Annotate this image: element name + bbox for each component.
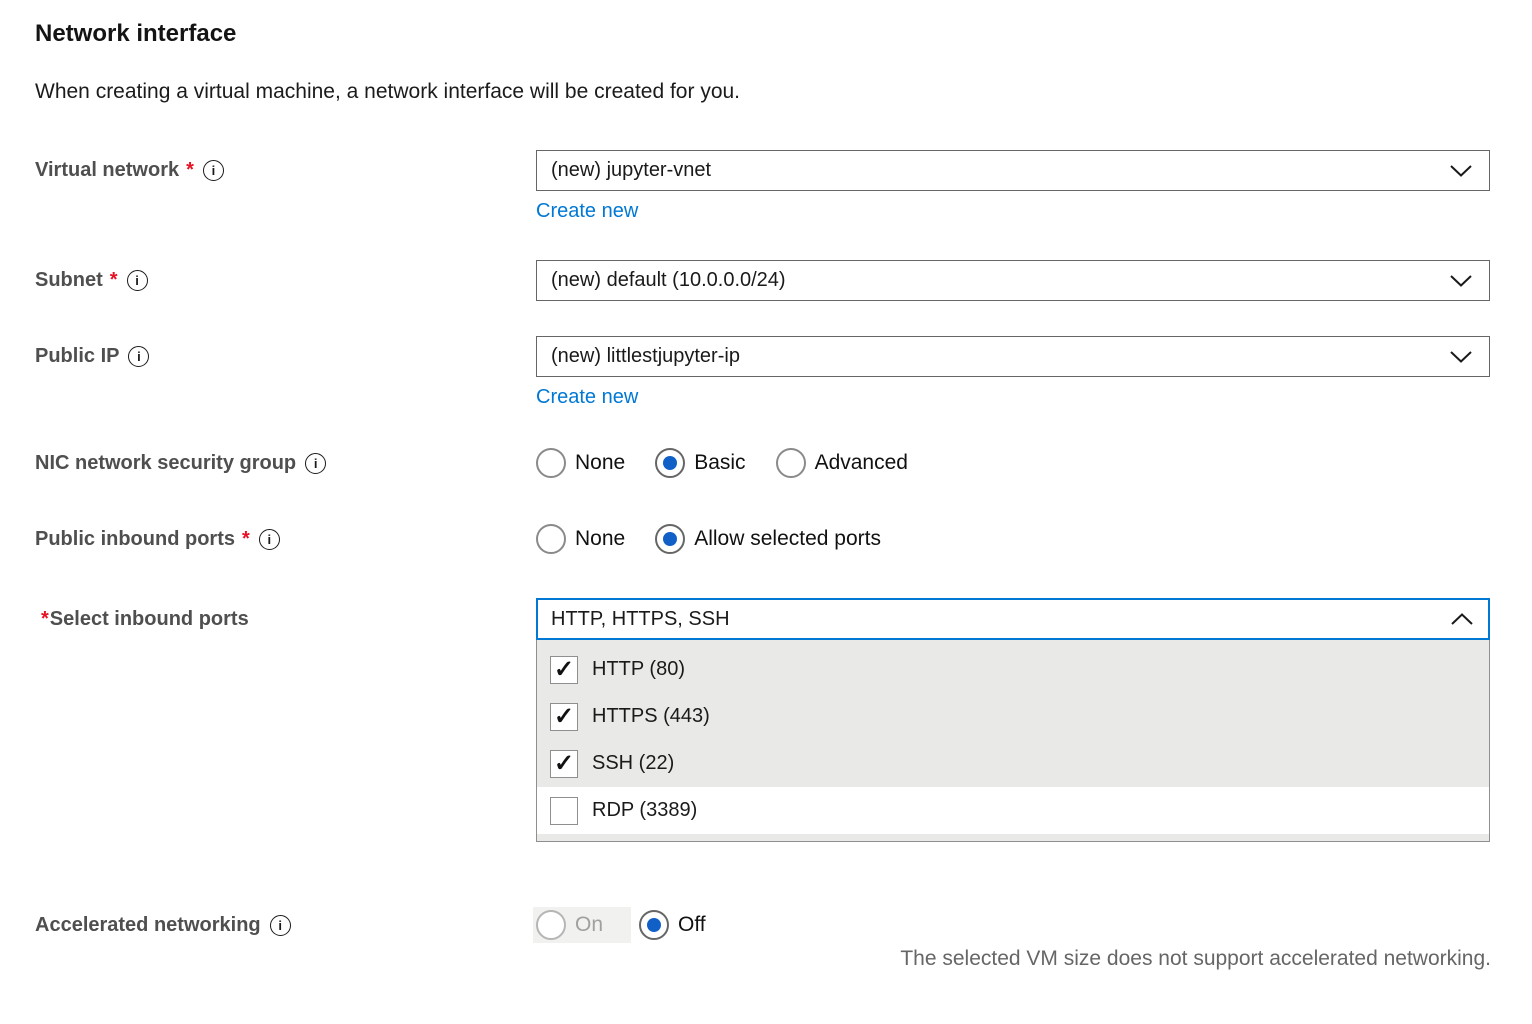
radio-button[interactable] [655,448,685,478]
radio-option-label: Allow selected ports [694,527,881,551]
public-inbound-ports-label-text: Public inbound ports [35,528,235,551]
accelerated-networking-radio-group: On Off [536,907,706,943]
select-inbound-ports-label: * Select inbound ports [41,598,249,640]
required-asterisk: * [242,528,250,551]
inbound-ports-option-list: HTTP (80) HTTPS (443) SSH (22) RDP (3389… [536,640,1490,842]
page-title: Network interface [35,20,236,48]
info-icon[interactable] [128,346,149,367]
page-subtitle: When creating a virtual machine, a netwo… [35,80,740,104]
select-inbound-ports-value: HTTP, HTTPS, SSH [551,608,730,631]
nic-nsg-label-text: NIC network security group [35,452,296,475]
chevron-up-icon [1451,613,1473,625]
port-option-label: SSH (22) [592,752,674,775]
accelerated-networking-label-text: Accelerated networking [35,914,261,937]
accelerated-networking-note: The selected VM size does not support ac… [900,947,1491,971]
virtual-network-label-text: Virtual network [35,159,179,182]
radio-button[interactable] [536,448,566,478]
nic-nsg-option-advanced[interactable]: Advanced [776,448,908,478]
select-inbound-ports-combobox[interactable]: HTTP, HTTPS, SSH [536,598,1490,640]
port-option-https[interactable]: HTTPS (443) [537,693,1489,740]
chevron-down-icon [1450,165,1472,177]
subnet-label: Subnet * [35,260,148,301]
chevron-down-icon [1450,275,1472,287]
public-inbound-ports-label: Public inbound ports * [35,519,280,559]
virtual-network-create-new-link[interactable]: Create new [536,200,638,223]
subnet-dropdown[interactable]: (new) default (10.0.0.0/24) [536,260,1490,301]
nic-nsg-option-none[interactable]: None [536,448,625,478]
subnet-value: (new) default (10.0.0.0/24) [551,269,786,292]
virtual-network-label: Virtual network * [35,150,224,191]
network-interface-form: Network interface When creating a virtua… [0,0,1532,1024]
port-option-ssh[interactable]: SSH (22) [537,740,1489,787]
info-icon[interactable] [305,453,326,474]
public-inbound-ports-radio-group: None Allow selected ports [536,524,881,554]
radio-button[interactable] [639,910,669,940]
port-option-rdp[interactable]: RDP (3389) [537,787,1489,834]
port-option-label: RDP (3389) [592,799,697,822]
radio-button [536,910,566,940]
required-asterisk: * [41,608,49,631]
required-asterisk: * [110,269,118,292]
info-icon[interactable] [127,270,148,291]
chevron-down-icon [1450,351,1472,363]
accelerated-networking-option-off[interactable]: Off [639,910,706,940]
subnet-label-text: Subnet [35,269,103,292]
checkbox[interactable] [550,656,578,684]
checkbox[interactable] [550,703,578,731]
select-inbound-ports-label-text: Select inbound ports [50,608,249,631]
virtual-network-value: (new) jupyter-vnet [551,159,711,182]
virtual-network-dropdown[interactable]: (new) jupyter-vnet [536,150,1490,191]
radio-option-label: Off [678,913,706,937]
radio-button[interactable] [776,448,806,478]
public-ip-label-text: Public IP [35,345,119,368]
info-icon[interactable] [270,915,291,936]
port-option-label: HTTP (80) [592,658,685,681]
radio-option-label: On [575,913,603,937]
accelerated-networking-option-on: On [533,907,631,943]
radio-option-label: None [575,527,625,551]
required-asterisk: * [186,159,194,182]
public-ip-label: Public IP [35,336,149,377]
radio-option-label: Advanced [815,451,908,475]
radio-option-label: None [575,451,625,475]
port-option-http[interactable]: HTTP (80) [537,646,1489,693]
nic-nsg-option-basic[interactable]: Basic [655,448,745,478]
info-icon[interactable] [259,529,280,550]
accelerated-networking-label: Accelerated networking [35,905,291,945]
public-ip-value: (new) littlestjupyter-ip [551,345,740,368]
info-icon[interactable] [203,160,224,181]
public-inbound-option-allow-selected[interactable]: Allow selected ports [655,524,881,554]
public-ip-dropdown[interactable]: (new) littlestjupyter-ip [536,336,1490,377]
port-option-label: HTTPS (443) [592,705,710,728]
nic-nsg-label: NIC network security group [35,443,326,483]
checkbox[interactable] [550,797,578,825]
checkbox[interactable] [550,750,578,778]
public-inbound-option-none[interactable]: None [536,524,625,554]
radio-option-label: Basic [694,451,745,475]
nic-nsg-radio-group: None Basic Advanced [536,448,908,478]
radio-button[interactable] [536,524,566,554]
radio-button[interactable] [655,524,685,554]
public-ip-create-new-link[interactable]: Create new [536,386,638,409]
